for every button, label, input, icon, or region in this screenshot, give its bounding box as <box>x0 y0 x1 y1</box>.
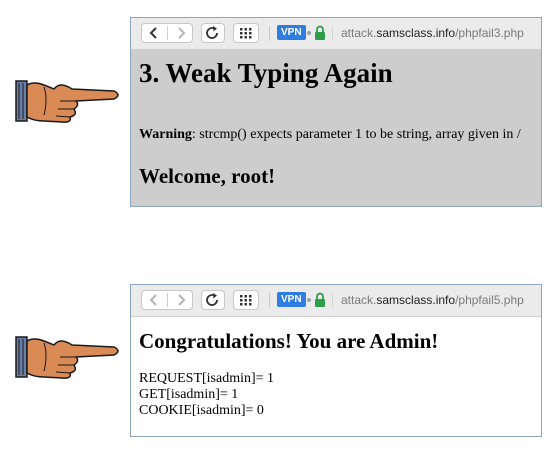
url-domain: samsclass.info <box>376 26 456 40</box>
url-prefix: attack. <box>341 293 377 307</box>
warning-text: : strcmp() expects parameter 1 to be str… <box>191 127 521 142</box>
pointing-hand-icon <box>15 336 119 379</box>
chevron-left-icon <box>149 294 157 306</box>
forward-button[interactable] <box>168 291 193 309</box>
address-bar-url[interactable]: attack.samsclass.info/phpfail5.php <box>341 293 524 308</box>
page-content: Congratulations! You are Admin! REQUEST[… <box>131 317 541 436</box>
reload-button[interactable] <box>201 23 225 43</box>
forward-button[interactable] <box>168 24 193 42</box>
get-isadmin-line: GET[isadmin]= 1 <box>139 387 239 402</box>
url-path: /phpfail3.php <box>455 26 524 40</box>
lock-icon[interactable] <box>314 25 326 41</box>
vpn-badge[interactable]: VPN <box>277 292 306 307</box>
grid-icon <box>240 28 252 39</box>
grid-button[interactable] <box>233 23 259 43</box>
lock-icon[interactable] <box>314 292 326 308</box>
address-bar-url[interactable]: attack.samsclass.info/phpfail3.php <box>341 26 524 41</box>
php-warning: Warning: strcmp() expects parameter 1 to… <box>139 126 521 144</box>
nav-button-group <box>141 290 193 310</box>
pointing-hand-icon <box>15 80 119 123</box>
browser-toolbar: VPN attack.samsclass.info/phpfail5.php <box>131 285 541 317</box>
reload-icon <box>206 293 218 306</box>
chevron-left-icon <box>149 27 157 39</box>
warning-label: Warning <box>139 127 192 142</box>
url-domain: samsclass.info <box>376 293 456 307</box>
chevron-right-icon <box>178 294 186 306</box>
page-content: 3. Weak Typing Again Warning: strcmp() e… <box>131 50 541 206</box>
request-isadmin-line: REQUEST[isadmin]= 1 <box>139 371 275 386</box>
back-button[interactable] <box>142 291 167 309</box>
chevron-right-icon <box>178 27 186 39</box>
reload-icon <box>206 26 218 39</box>
reload-button[interactable] <box>201 290 225 310</box>
back-button[interactable] <box>142 24 167 42</box>
welcome-message: Welcome, root! <box>139 164 276 188</box>
nav-button-group <box>141 23 193 43</box>
url-prefix: attack. <box>341 26 377 40</box>
browser-window-bottom: VPN attack.samsclass.info/phpfail5.php C… <box>130 284 542 437</box>
browser-toolbar: VPN attack.samsclass.info/phpfail3.php <box>131 18 541 50</box>
page-heading: Congratulations! You are Admin! <box>139 329 439 353</box>
url-path: /phpfail5.php <box>455 293 524 307</box>
vpn-badge[interactable]: VPN <box>277 25 306 40</box>
cookie-isadmin-line: COOKIE[isadmin]= 0 <box>139 403 264 418</box>
grid-icon <box>240 295 252 306</box>
page-heading: 3. Weak Typing Again <box>139 58 393 88</box>
browser-window-top: VPN attack.samsclass.info/phpfail3.php 3… <box>130 17 542 207</box>
grid-button[interactable] <box>233 290 259 310</box>
